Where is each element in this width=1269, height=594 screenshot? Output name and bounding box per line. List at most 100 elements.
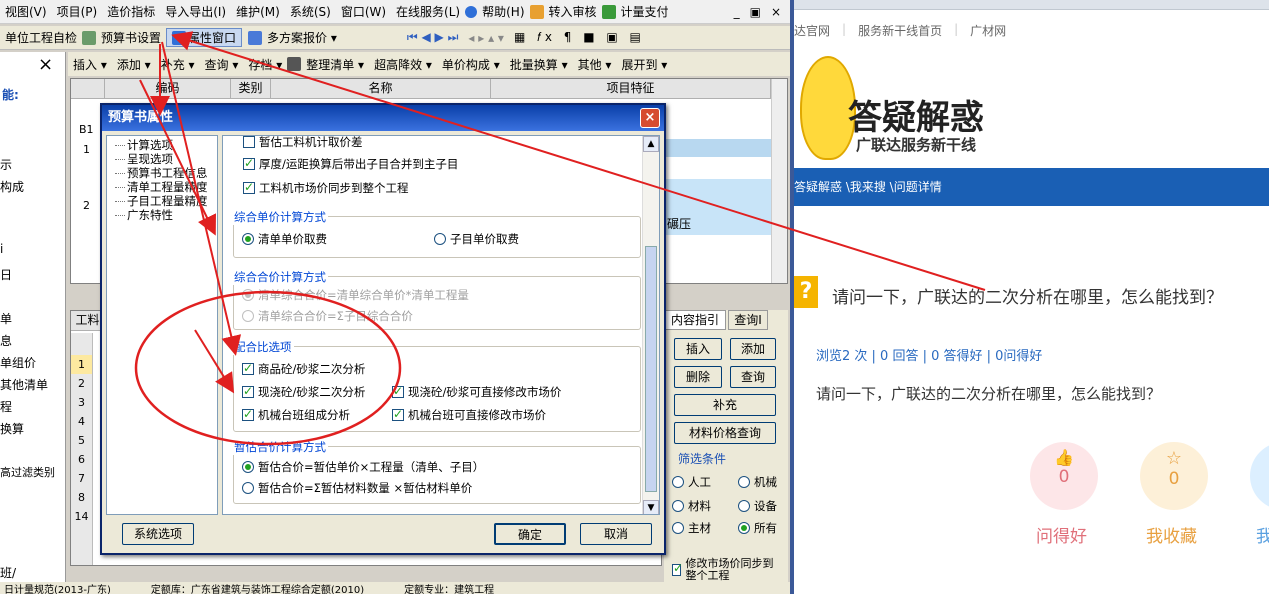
left-item[interactable]: 构成 (0, 178, 24, 195)
good-label[interactable]: 问得好 (1036, 522, 1087, 547)
filter-equipment[interactable]: 设备 (738, 498, 777, 514)
menu-project[interactable]: 项目(P) (52, 3, 103, 20)
close-button[interactable]: × (766, 5, 786, 19)
left-item[interactable]: 换算 (0, 420, 24, 437)
left-item[interactable]: 高过滤类别 (0, 464, 55, 480)
left-item[interactable]: 日 (0, 266, 12, 283)
opt-machine-analysis[interactable]: 机械台班组成分析 (242, 407, 350, 423)
opt-list-unit-price[interactable]: 清单单价取费 (242, 231, 327, 247)
scroll-up-icon[interactable]: ▲ (643, 136, 659, 152)
opt-estimated-formula-2[interactable]: 暂估合价=Σ暂估材料数量 ×暂估材料单价 (242, 480, 472, 496)
left-item[interactable]: 程 (0, 398, 12, 415)
sync-price-checkbox[interactable]: 修改市场价同步到整个工程 (672, 558, 784, 582)
collect-label[interactable]: 我收藏 (1146, 522, 1197, 547)
archive-menu[interactable]: 存档 ▾ (243, 56, 287, 73)
height-reduction-menu[interactable]: 超高降效 ▾ (369, 56, 437, 73)
opt-estimated-formula-1[interactable]: 暂估合价=暂估单价×工程量（清单、子目） (242, 459, 484, 475)
add-menu[interactable]: 添加 ▾ (112, 56, 156, 73)
menu-window[interactable]: 窗口(W) (336, 3, 391, 20)
opt-sub-unit-price[interactable]: 子目单价取费 (434, 231, 519, 247)
left-panel-close[interactable]: × (38, 54, 53, 75)
menu-cost-index[interactable]: 造价指标 (102, 3, 160, 20)
supplement-menu[interactable]: 补充 ▾ (156, 56, 200, 73)
options-scrollbar[interactable]: ▲ ▼ (642, 136, 659, 514)
col-header-name[interactable]: 名称 (271, 79, 491, 99)
filter-machine[interactable]: 机械 (738, 474, 777, 490)
col-header-type[interactable]: 类别 (231, 79, 271, 99)
insert-button[interactable]: 插入 (674, 338, 722, 360)
binoculars-icon[interactable] (287, 57, 302, 71)
menu-system[interactable]: 系统(S) (285, 3, 336, 20)
delete-button[interactable]: 删除 (674, 366, 722, 388)
col-header-code[interactable]: 编码 (105, 79, 231, 99)
query-button[interactable]: 查询 (730, 366, 776, 388)
opt-total-formula-2[interactable]: 清单综合合价=Σ子目综合合价 (242, 308, 413, 324)
tree-item-calc[interactable]: 计算选项 (113, 138, 217, 152)
insert-menu[interactable]: 插入 ▾ (68, 56, 112, 73)
unit-price-menu[interactable]: 单价构成 ▾ (437, 56, 505, 73)
opt-commercial-analysis[interactable]: 商品砼/砂浆二次分析 (242, 361, 365, 377)
query-menu[interactable]: 查询 ▾ (200, 56, 244, 73)
properties-window-button[interactable]: 属性窗口 (166, 28, 243, 47)
other-menu[interactable]: 其他 ▾ (573, 56, 617, 73)
minimize-button[interactable]: _ (729, 5, 745, 19)
menu-payment[interactable]: 计量支付 (616, 3, 674, 20)
menu-transfer-review[interactable]: 转入审核 (544, 3, 602, 20)
tree-item-guangdong[interactable]: 广东特性 (113, 208, 217, 222)
filter-labor[interactable]: 人工 (672, 474, 711, 490)
system-options-button[interactable]: 系统选项 (122, 523, 194, 545)
scroll-down-icon[interactable]: ▼ (643, 500, 659, 514)
nav-official[interactable]: 达官网 (794, 22, 830, 39)
tree-item-list-precision[interactable]: 清单工程量精度 (113, 180, 217, 194)
opt-price-sync[interactable]: 工料机市场价同步到整个工程 (243, 180, 409, 196)
organize-list-menu[interactable]: 整理清单 ▾ (301, 56, 369, 73)
dialog-titlebar[interactable]: 预算书属性 × (102, 105, 664, 131)
opt-cast-edit-price[interactable]: 现浇砼/砂浆可直接修改市场价 (392, 384, 561, 400)
opt-estimated-diff[interactable]: 暂估工料机计取价差 (243, 136, 363, 150)
left-item[interactable]: 单组价 (0, 354, 36, 371)
tree-item-display[interactable]: 呈现选项 (113, 152, 217, 166)
left-item[interactable]: 示 (0, 156, 12, 173)
multi-plan-button[interactable]: 多方案报价 ▾ (262, 29, 342, 46)
menu-maintain[interactable]: 维护(M) (231, 3, 285, 20)
restore-button[interactable]: ▣ (745, 5, 766, 19)
opt-machine-edit-price[interactable]: 机械台班可直接修改市场价 (392, 407, 546, 423)
dialog-close-button[interactable]: × (640, 108, 660, 128)
budget-settings-button[interactable]: 预算书设置 (96, 29, 166, 46)
breadcrumb[interactable]: 答疑解惑 \我来搜 \问题详情 (794, 180, 942, 194)
tab-query[interactable]: 查询I (728, 310, 768, 330)
filter-main-material[interactable]: 主材 (672, 520, 711, 536)
nav-home[interactable]: 服务新干线首页 (858, 22, 942, 39)
col-header-feature[interactable]: 项目特征 (491, 79, 771, 99)
move-icons[interactable]: ◂ ▸ ▴ ▾ (463, 31, 509, 45)
tree-item-project-info[interactable]: 预算书工程信息 (113, 166, 217, 180)
material-price-button[interactable]: 材料价格查询 (674, 422, 776, 444)
tab-content-guide[interactable]: 内容指引 (664, 310, 726, 330)
opt-cast-analysis[interactable]: 现浇砼/砂浆二次分析 (242, 384, 365, 400)
ok-button[interactable]: 确定 (494, 523, 566, 545)
menu-help[interactable]: 帮助(H) (477, 3, 529, 20)
cancel-button[interactable]: 取消 (580, 523, 652, 545)
left-tab[interactable]: 班/ (0, 564, 16, 581)
nav-first-icon[interactable]: ⏮ ◀ ▶ ⏭ (402, 30, 464, 45)
add-button[interactable]: 添加 (730, 338, 776, 360)
left-item[interactable]: 单 (0, 310, 12, 327)
left-item[interactable]: i (0, 242, 3, 256)
expand-menu[interactable]: 展开到 ▾ (616, 56, 672, 73)
menu-view[interactable]: 视图(V) (0, 3, 52, 20)
collect-button[interactable]: ☆ 0 (1140, 442, 1208, 510)
filter-all[interactable]: 所有 (738, 520, 777, 536)
tree-item-sub-precision[interactable]: 子目工程量精度 (113, 194, 217, 208)
opt-thickness-merge[interactable]: 厚度/运距换算后带出子目合并到主子目 (243, 156, 458, 172)
grid-vscroll[interactable] (771, 79, 787, 283)
filter-material[interactable]: 材料 (672, 498, 711, 514)
scroll-thumb[interactable] (645, 246, 657, 492)
third-action-button[interactable] (1250, 442, 1269, 510)
left-item[interactable]: 其他清单 (0, 376, 48, 393)
left-item[interactable]: 息 (0, 332, 12, 349)
menu-online[interactable]: 在线服务(L) (391, 3, 465, 20)
unit-check-button[interactable]: 单位工程自检 (0, 29, 82, 46)
third-label[interactable]: 我 (1256, 522, 1269, 547)
nav-material[interactable]: 广材网 (970, 22, 1006, 39)
batch-convert-menu[interactable]: 批量换算 ▾ (505, 56, 573, 73)
